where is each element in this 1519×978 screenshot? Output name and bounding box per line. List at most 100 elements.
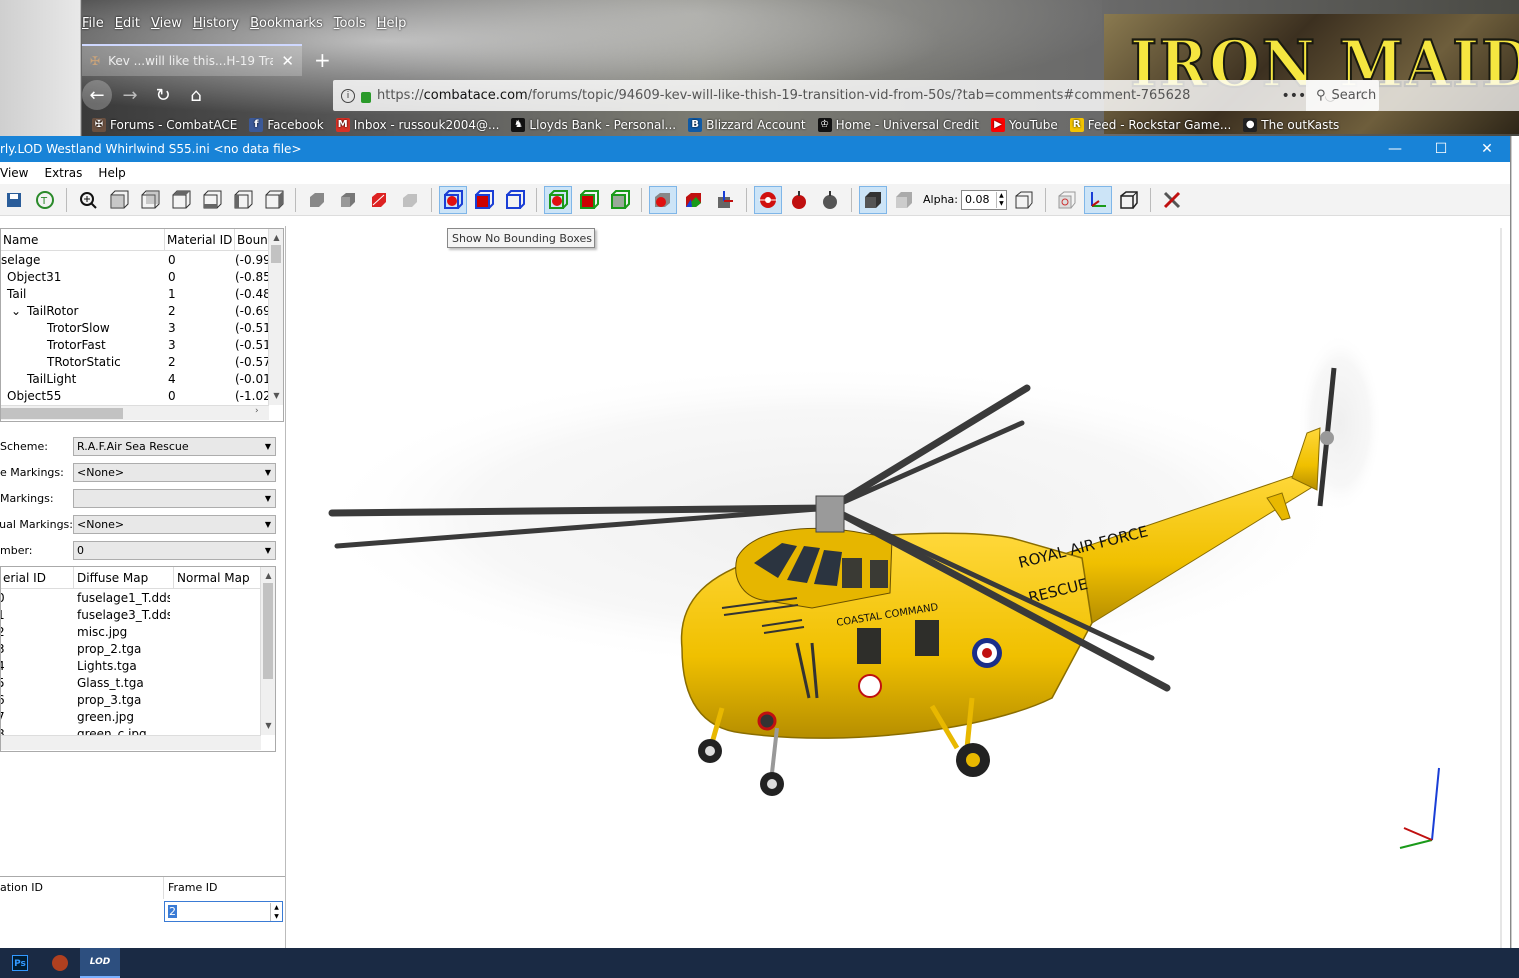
material-row[interactable]: 3 prop_2.tga <box>1 640 275 657</box>
menu-bookmarks[interactable]: Bookmarks <box>250 16 323 31</box>
outline-box-icon[interactable] <box>1115 186 1143 214</box>
url-text[interactable]: https://combatace.com/forums/topic/94609… <box>377 88 1275 103</box>
bookmark-item[interactable]: B Blizzard Account <box>688 118 806 132</box>
home-icon[interactable]: ⌂ <box>181 80 211 110</box>
materials-vertical-scrollbar[interactable]: ▲ ▼ <box>260 567 275 735</box>
bookmark-item[interactable]: ● The outKasts <box>1243 118 1339 132</box>
tree-row[interactable]: selage 0 (-0.99 <box>1 251 283 268</box>
menu-tools[interactable]: Tools <box>334 16 366 31</box>
menu-help[interactable]: Help <box>377 16 407 31</box>
view-top-icon[interactable] <box>167 186 195 214</box>
materials-table[interactable]: erial ID Diffuse Map Normal Map 0 fuselag… <box>0 566 276 752</box>
number-dropdown[interactable]: 0 ▼ <box>73 540 276 560</box>
damage-icon[interactable] <box>785 186 813 214</box>
menu-view[interactable]: View <box>151 16 182 31</box>
refresh-texture-icon[interactable]: T <box>31 186 59 214</box>
material-row[interactable]: 5 Glass_t.tga <box>1 674 275 691</box>
new-tab-icon[interactable]: + <box>314 48 331 72</box>
no-axes-icon[interactable] <box>649 185 677 214</box>
column-header-material-id[interactable]: Material ID <box>165 229 235 251</box>
material-row[interactable]: 1 fuselage3_T.dds <box>1 606 275 623</box>
zoom-fit-icon[interactable] <box>74 186 102 214</box>
solid-shaded-icon[interactable] <box>303 186 331 214</box>
column-header-name[interactable]: Name <box>1 229 165 251</box>
materials-horizontal-scrollbar[interactable] <box>1 735 261 750</box>
scroll-right-icon[interactable]: › <box>255 406 259 416</box>
material-row[interactable]: 2 misc.jpg <box>1 623 275 640</box>
scroll-thumb[interactable] <box>263 583 273 679</box>
markings-dropdown[interactable]: <None> ▼ <box>73 462 276 482</box>
taskbar-photoshop[interactable]: Ps <box>0 948 40 978</box>
3d-viewport[interactable]: ROYAL AIR FORCE COASTAL COMMAND RESCUE <box>292 228 1502 948</box>
info-icon[interactable]: i <box>341 88 355 103</box>
menu-help[interactable]: Help <box>98 166 125 180</box>
tree-row[interactable]: Tail 1 (-0.48 <box>1 285 283 302</box>
menu-view[interactable]: View <box>0 166 28 180</box>
view-bottom-icon[interactable] <box>198 186 226 214</box>
view-right-icon[interactable] <box>260 186 288 214</box>
alpha-box-icon[interactable] <box>890 186 918 214</box>
back-icon[interactable]: ← <box>82 80 112 110</box>
save-icon[interactable] <box>0 186 28 214</box>
browser-tab[interactable]: ✠ Kev ...will like this...H-19 Transit ✕ <box>82 44 302 76</box>
all-collision-boxes-icon[interactable] <box>606 186 634 214</box>
scheme-dropdown[interactable]: R.A.F.Air Sea Rescue ▼ <box>73 436 276 456</box>
taskbar-lod-viewer[interactable]: LOD <box>80 948 120 978</box>
menu-history[interactable]: History <box>193 16 239 31</box>
destroyed-icon[interactable] <box>816 186 844 214</box>
tree-row[interactable]: TrotorFast 3 (-0.51 <box>1 336 283 353</box>
no-hitboxes-icon[interactable] <box>754 185 782 214</box>
material-row[interactable]: 7 green.jpg <box>1 708 275 725</box>
close-icon[interactable]: ✕ <box>1464 141 1510 157</box>
solid-box-icon[interactable] <box>859 185 887 214</box>
tree-row[interactable]: TailLight 4 (-0.01 <box>1 370 283 387</box>
markings2-dropdown[interactable]: ▼ <box>73 488 276 508</box>
scroll-thumb[interactable] <box>271 245 281 263</box>
forward-icon[interactable]: → <box>115 80 145 110</box>
frame-id-spinbox[interactable]: 2 ▲ ▼ <box>164 901 283 922</box>
menu-extras[interactable]: Extras <box>44 166 82 180</box>
tree-vertical-scrollbar[interactable]: ▲ ▼ <box>268 229 283 405</box>
collision-box-icon[interactable] <box>575 186 603 214</box>
mesh-tree[interactable]: Name Material ID Boun selage 0 (-0.99 Objec… <box>0 228 284 422</box>
bookmark-item[interactable]: ✠ Forums - CombatACE <box>92 118 237 132</box>
taskbar-game[interactable] <box>40 948 80 978</box>
column-header-material-id[interactable]: erial ID <box>1 567 74 589</box>
mesh-box-icon[interactable] <box>1053 186 1081 214</box>
scroll-up-icon[interactable]: ▲ <box>261 571 275 580</box>
column-header-bounds[interactable]: Boun <box>235 229 269 251</box>
no-bounding-boxes-icon[interactable] <box>439 185 467 214</box>
material-row[interactable]: 6 prop_3.tga <box>1 691 275 708</box>
local-axes-icon[interactable] <box>711 186 739 214</box>
all-bounding-boxes-icon[interactable] <box>501 186 529 214</box>
scroll-thumb[interactable] <box>1 408 123 419</box>
chevron-down-icon[interactable]: ⌄ <box>11 304 27 318</box>
tools-icon[interactable] <box>1158 186 1186 214</box>
column-header-diffuse-map[interactable]: Diffuse Map <box>74 567 174 589</box>
spin-arrows-icon[interactable]: ▲ ▼ <box>270 902 282 921</box>
page-actions-icon[interactable]: ••• <box>1281 88 1306 104</box>
bookmark-item[interactable]: ▶ YouTube <box>990 118 1058 132</box>
flat-shaded-icon[interactable] <box>334 186 362 214</box>
view-left-icon[interactable] <box>229 186 257 214</box>
tree-horizontal-scrollbar[interactable]: › <box>1 405 269 420</box>
transparent-icon[interactable] <box>396 186 424 214</box>
reload-icon[interactable]: ↻ <box>148 80 178 110</box>
view-front-icon[interactable] <box>105 186 133 214</box>
search-box[interactable]: ⚲ Search <box>1306 80 1519 111</box>
tree-row[interactable]: TRotorStatic 2 (-0.57 <box>1 353 283 370</box>
bookmark-item[interactable]: M Inbox - russouk2004@... <box>335 118 499 132</box>
no-collision-boxes-icon[interactable] <box>544 185 572 214</box>
bookmark-item[interactable]: ♞ Lloyds Bank - Personal... <box>511 118 676 132</box>
view-back-icon[interactable] <box>136 186 164 214</box>
maximize-icon[interactable]: ☐ <box>1418 141 1464 157</box>
axes-icon[interactable] <box>1083 185 1112 214</box>
scroll-down-icon[interactable]: ▼ <box>261 721 275 730</box>
material-row[interactable]: 0 fuselage1_T.dds <box>1 589 275 606</box>
bookmark-item[interactable]: f Facebook <box>249 118 324 132</box>
scroll-down-icon[interactable]: ▼ <box>269 391 283 400</box>
scroll-up-icon[interactable]: ▲ <box>269 233 283 242</box>
bookmark-item[interactable]: ♔ Home - Universal Credit <box>817 118 979 132</box>
individual-markings-dropdown[interactable]: <None> ▼ <box>73 514 276 534</box>
colored-parts-icon[interactable] <box>680 186 708 214</box>
